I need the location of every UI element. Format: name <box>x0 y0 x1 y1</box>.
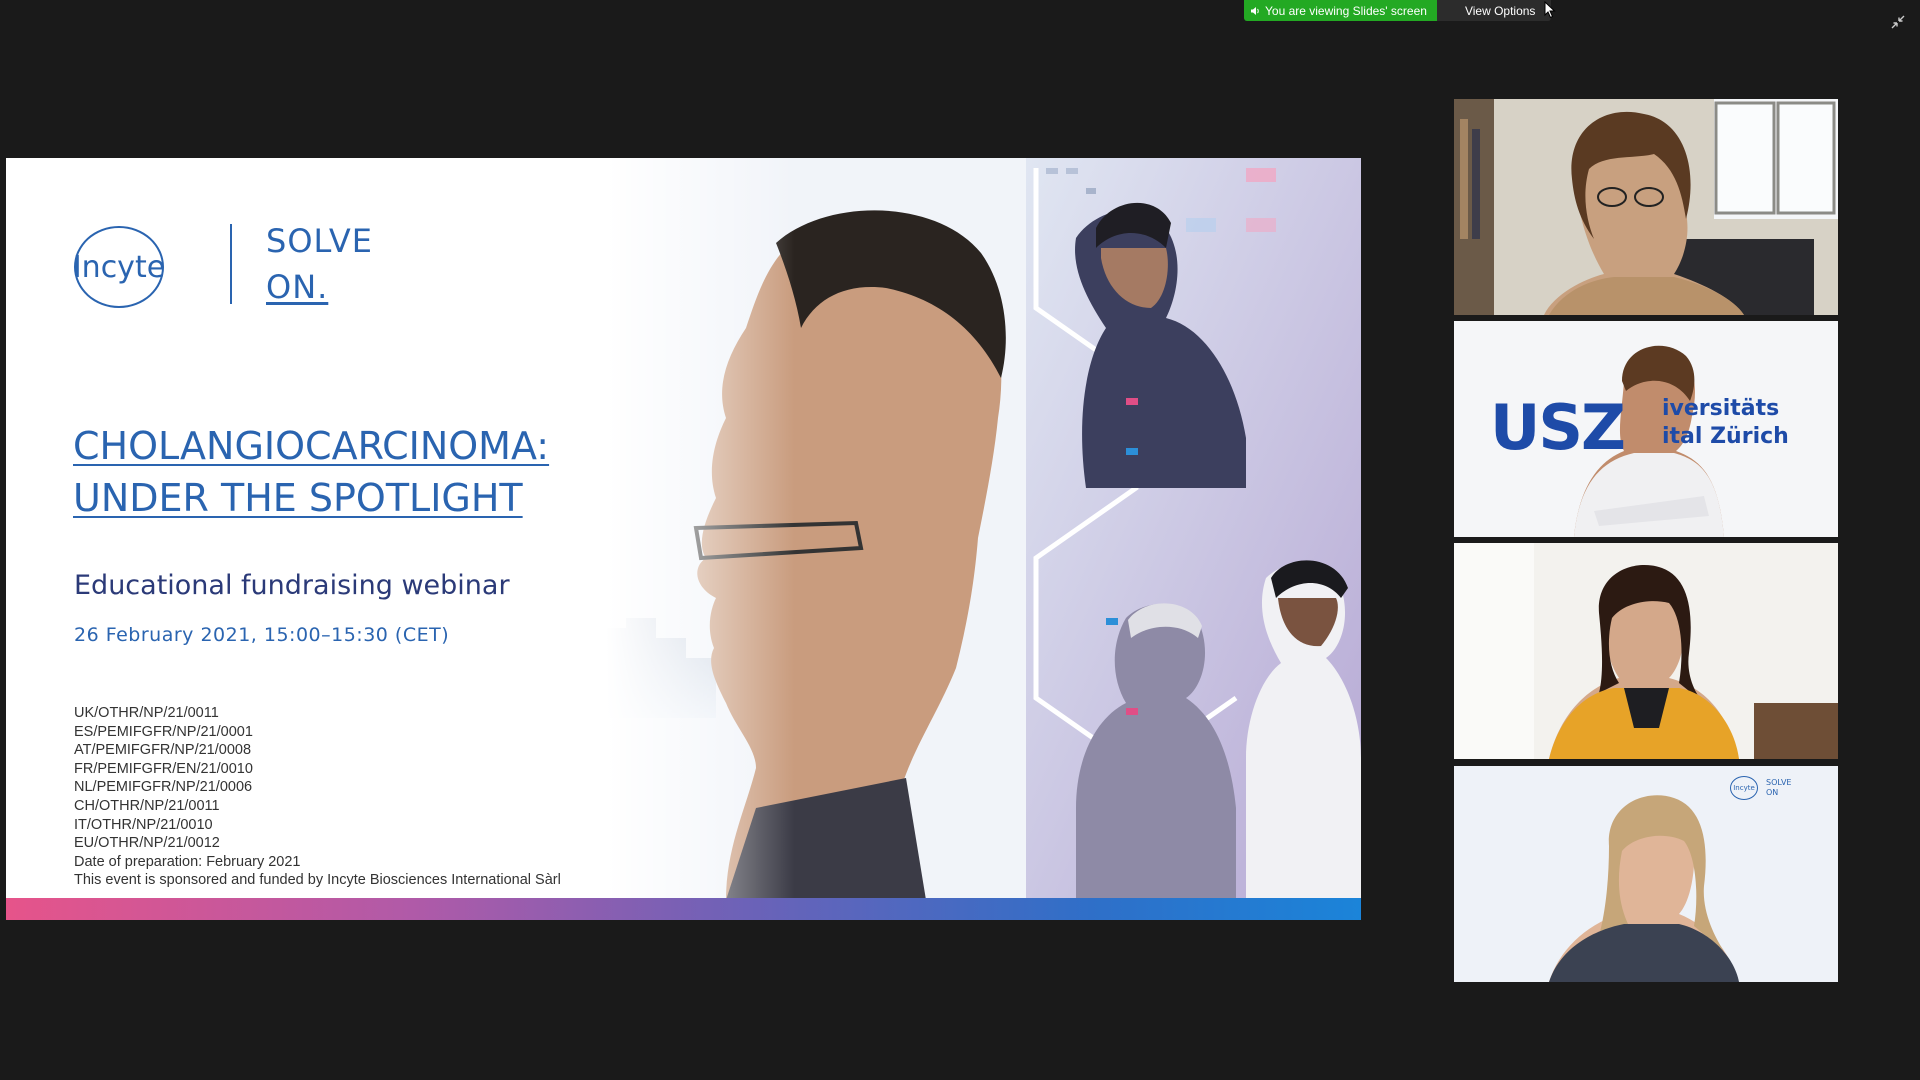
screen-share-banner: You are viewing Slides' screen View Opti… <box>1244 0 1552 21</box>
incyte-logo-text: Incyte <box>72 249 166 285</box>
tile-tagline-line-2: ON <box>1766 788 1779 797</box>
solve-on-tagline: SOLVE ON. <box>266 218 373 310</box>
slide-gradient-bar <box>6 898 1361 920</box>
code-line: UK/OTHR/NP/21/0011 <box>74 705 219 721</box>
code-line: This event is sponsored and funded by In… <box>74 872 561 889</box>
slide-title: CHOLANGIOCARCINOMA: UNDER THE SPOTLIGHT <box>73 420 549 524</box>
slide-hero-image <box>606 158 1361 900</box>
participant-video-frame <box>1454 99 1838 315</box>
slide-compliance-codes: UK/OTHR/NP/21/0011 ES/PEMIFGFR/NP/21/000… <box>74 704 561 890</box>
code-line: IT/OTHR/NP/21/0010 <box>74 816 213 833</box>
code-line: FR/PEMIFGFR/EN/21/0010 <box>74 760 253 777</box>
tile-tagline-line-1: SOLVE <box>1766 778 1792 787</box>
usz-backdrop-line-1: iversitäts <box>1662 396 1780 421</box>
usz-backdrop-line-2: ital Zürich <box>1662 424 1789 449</box>
slide-title-line-1: CHOLANGIOCARCINOMA: <box>73 424 550 468</box>
screen-share-status-text: You are viewing Slides' screen <box>1265 3 1427 18</box>
tile-incyte-logo-circle: Incyte <box>1730 776 1758 800</box>
code-line: NL/PEMIFGFR/NP/21/0006 <box>74 779 253 796</box>
code-line: CH/OTHR/NP/21/0011 <box>74 797 220 814</box>
code-line: ES/PEMIFGFR/NP/21/0001 <box>74 723 253 740</box>
speaker-icon <box>1251 6 1259 15</box>
tile-solve-on-tagline: SOLVE ON <box>1766 778 1791 798</box>
participant-video-tile[interactable]: USZ iversitäts ital Zürich <box>1454 321 1838 537</box>
participant-video-tile[interactable]: Incyte SOLVE ON <box>1454 766 1838 982</box>
incyte-logo: Incyte <box>72 226 166 308</box>
mouse-cursor-icon <box>1544 1 1556 19</box>
slide-subtitle: Educational fundraising webinar <box>74 570 510 601</box>
shared-slide: Incyte SOLVE ON. CHOLANGIOCARCINOMA: UND… <box>6 158 1361 920</box>
usz-backdrop-logo: USZ <box>1490 391 1626 464</box>
tagline-line-1: SOLVE <box>266 222 373 260</box>
code-line: Date of preparation: February 2021 <box>74 853 301 870</box>
participant-video-frame <box>1454 543 1838 759</box>
logo-divider <box>230 224 232 304</box>
tile-incyte-logo: Incyte SOLVE ON <box>1730 776 1791 800</box>
tagline-line-2: ON. <box>266 268 329 306</box>
participant-video-tile[interactable] <box>1454 99 1838 315</box>
slide-date: 26 February 2021, 15:00–15:30 (CET) <box>74 624 450 646</box>
code-line: AT/PEMIFGFR/NP/21/0008 <box>74 742 252 759</box>
code-line: EU/OTHR/NP/21/0012 <box>74 835 220 852</box>
tile-incyte-logo-text: Incyte <box>1733 784 1755 792</box>
usz-backdrop-text: iversitäts ital Zürich <box>1662 395 1789 451</box>
participant-video-tile[interactable] <box>1454 543 1838 759</box>
screen-share-status: You are viewing Slides' screen <box>1244 0 1437 21</box>
slide-title-line-2: UNDER THE SPOTLIGHT <box>73 476 523 520</box>
exit-fullscreen-icon[interactable] <box>1890 14 1906 30</box>
view-options-label: View Options <box>1464 3 1536 18</box>
view-options-button[interactable]: View Options <box>1436 0 1552 21</box>
